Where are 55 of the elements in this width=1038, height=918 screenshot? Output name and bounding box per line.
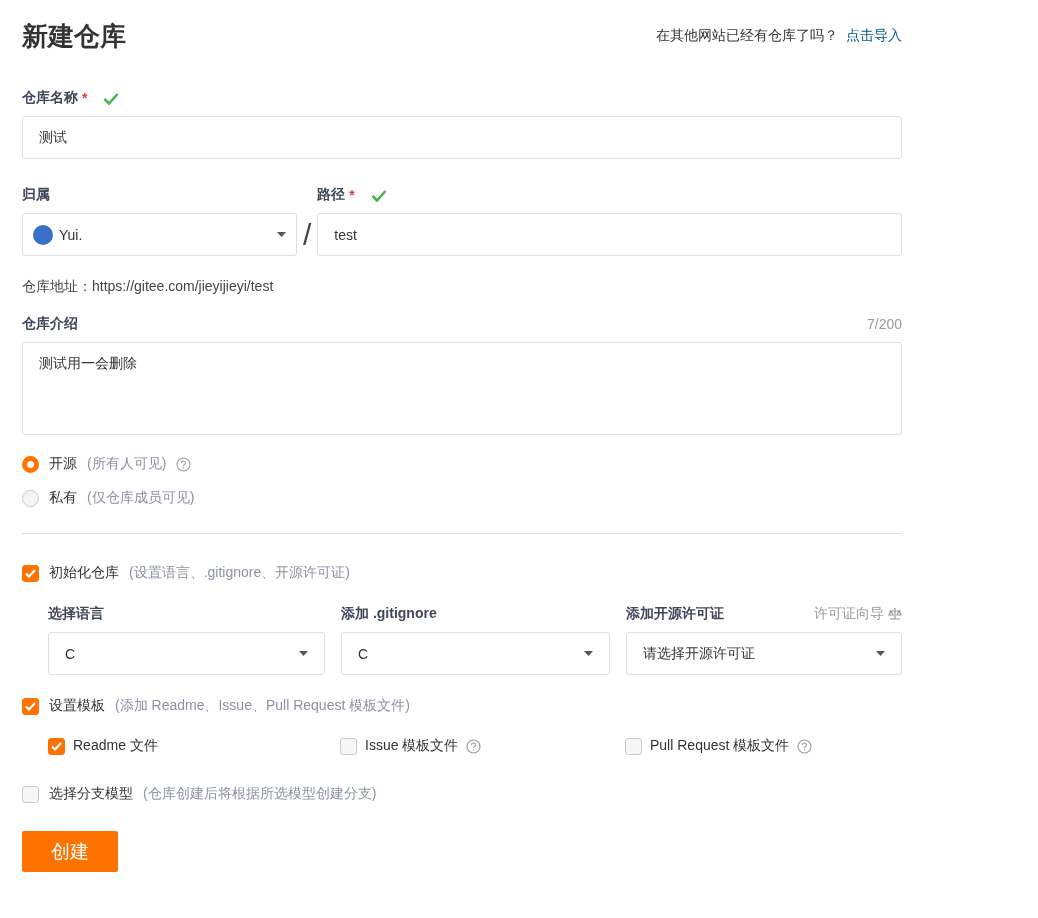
option-hint: (设置语言、.gitignore、开源许可证): [129, 564, 350, 582]
repo-address: 仓库地址：https://gitee.com/jieyijieyi/test: [22, 278, 275, 296]
field-label: 路径: [317, 186, 346, 204]
caret-icon: [876, 651, 885, 656]
caret-icon: [584, 651, 593, 656]
option-label: 选择分支模型: [49, 785, 133, 803]
check-icon: [51, 741, 62, 751]
description-textarea[interactable]: 测试用一会删除: [22, 342, 902, 435]
import-link[interactable]: 点击导入: [846, 27, 902, 45]
page-title: 新建仓库: [22, 19, 126, 53]
option-label: 私有: [49, 489, 77, 507]
option-hint: (所有人可见): [87, 455, 167, 473]
option-label: Issue 模板文件: [365, 737, 459, 755]
required-mark: *: [349, 187, 355, 203]
option-label: 初始化仓库: [49, 564, 119, 582]
avatar: [33, 224, 53, 245]
radio-button[interactable]: [22, 455, 39, 473]
checkbox[interactable]: [625, 737, 642, 755]
help-icon[interactable]: [797, 738, 813, 754]
dropdown-select[interactable]: 请选择开源许可证: [626, 632, 902, 675]
option-label: Pull Request 模板文件: [650, 737, 790, 755]
owner-select[interactable]: Yui.: [22, 213, 297, 256]
dropdown-select[interactable]: C: [341, 632, 610, 675]
option-hint: (仓库创建后将根据所选模型创建分支): [143, 785, 377, 803]
field-label: 选择语言: [48, 605, 104, 623]
option-hint: (仅仓库成员可见): [87, 489, 195, 507]
help-icon[interactable]: [176, 456, 192, 472]
check-icon: [25, 701, 36, 711]
field-label: 仓库介绍: [22, 315, 78, 333]
required-mark: *: [82, 90, 88, 106]
checkbox[interactable]: [48, 737, 65, 755]
option-label: Readme 文件: [73, 737, 158, 755]
checkbox[interactable]: [22, 697, 39, 715]
checkbox[interactable]: [340, 737, 357, 755]
dropdown-select[interactable]: C: [48, 632, 325, 675]
option-label: 开源: [49, 455, 77, 473]
caret-icon: [277, 232, 286, 237]
field-label: 归属: [22, 186, 50, 204]
field-label: 添加开源许可证: [626, 605, 724, 623]
path-separator: /: [303, 217, 312, 253]
field-label: 仓库名称: [22, 89, 78, 107]
field-label: 添加 .gitignore: [341, 605, 437, 623]
name-input[interactable]: 测试: [22, 116, 902, 159]
check-icon: [25, 568, 36, 578]
checkbox[interactable]: [22, 785, 39, 803]
help-icon[interactable]: [466, 738, 482, 754]
option-label: 设置模板: [49, 697, 105, 715]
caret-icon: [299, 651, 308, 656]
radio-button[interactable]: [22, 489, 39, 507]
path-input[interactable]: test: [317, 213, 902, 256]
import-prompt: 在其他网站已经有仓库了吗？: [656, 27, 838, 45]
checkbox[interactable]: [22, 564, 39, 582]
scale-icon: [888, 608, 902, 620]
char-counter: 7/200: [866, 316, 902, 332]
option-hint: (添加 Readme、Issue、Pull Request 模板文件): [115, 697, 410, 715]
